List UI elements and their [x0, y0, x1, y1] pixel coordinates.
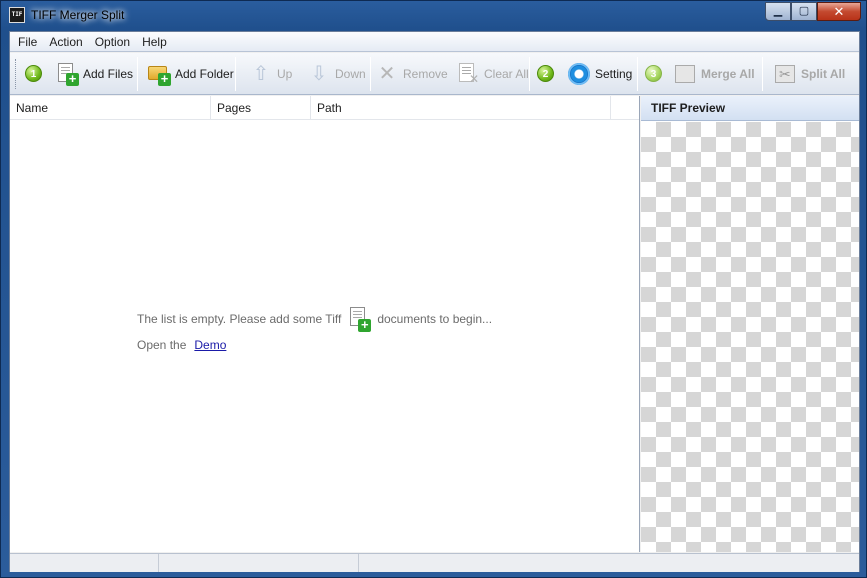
merge-all-label: Merge All	[701, 67, 755, 81]
window-controls: ▁ ▢ ✕	[765, 2, 861, 22]
toolbar-separator	[637, 57, 638, 91]
remove-button[interactable]: ✕ Remove	[375, 59, 448, 89]
column-path[interactable]: Path	[311, 96, 611, 120]
open-the-text: Open the	[137, 338, 187, 352]
maximize-icon: ▢	[798, 5, 810, 17]
split-all-button[interactable]: ✂ Split All	[773, 59, 845, 89]
up-label: Up	[277, 67, 293, 81]
add-files-label: Add Files	[83, 67, 134, 81]
menu-help[interactable]: Help	[136, 33, 173, 51]
merge-all-button[interactable]: Merge All	[673, 59, 755, 89]
maximize-button[interactable]: ▢	[791, 2, 817, 21]
down-label: Down	[335, 67, 366, 81]
clear-all-icon: ✕	[456, 62, 480, 86]
menu-option[interactable]: Option	[89, 33, 136, 51]
clear-all-button[interactable]: ✕ Clear All	[456, 59, 529, 89]
app-icon: TIF	[9, 7, 25, 23]
client-area: File Action Option Help 1 + Add Files + …	[9, 31, 860, 572]
toolbar-separator	[529, 57, 530, 91]
down-button[interactable]: ⇩ Down	[307, 59, 366, 89]
add-folder-icon: +	[147, 62, 171, 86]
close-icon: ✕	[833, 4, 845, 19]
toolbar-separator	[137, 57, 138, 91]
status-cell-3	[359, 554, 857, 572]
status-cell-1	[10, 554, 159, 572]
step-2-badge: 2	[537, 65, 554, 82]
demo-link[interactable]: Demo	[194, 338, 226, 352]
split-icon: ✂	[773, 62, 797, 86]
column-filler	[611, 96, 639, 120]
menu-file[interactable]: File	[12, 33, 43, 51]
add-file-icon[interactable]: +	[347, 306, 372, 332]
toolbar-separator	[235, 57, 236, 91]
demo-line: Open the Demo	[137, 338, 226, 352]
minimize-button[interactable]: ▁	[765, 2, 791, 21]
menu-bar: File Action Option Help	[10, 32, 859, 52]
list-header: Name Pages Path	[10, 96, 639, 120]
toolbar: 1 + Add Files + Add Folder ⇧ Up ⇩ Down ✕	[10, 53, 859, 95]
setting-button[interactable]: Setting	[567, 59, 632, 89]
file-list[interactable]: Name Pages Path The list is empty. Pleas…	[10, 96, 640, 552]
add-files-button[interactable]: + Add Files	[55, 59, 133, 89]
gear-icon	[567, 62, 591, 86]
column-pages[interactable]: Pages	[211, 96, 311, 120]
column-name[interactable]: Name	[10, 96, 211, 120]
preview-title: TIFF Preview	[641, 96, 859, 121]
empty-message: The list is empty. Please add some Tiff …	[137, 306, 492, 332]
empty-text-after: documents to begin...	[377, 312, 493, 326]
preview-canvas	[641, 122, 859, 552]
down-arrow-icon: ⇩	[310, 63, 328, 85]
clear-all-label: Clear All	[484, 67, 529, 81]
add-folder-label: Add Folder	[175, 67, 234, 81]
toolbar-separator	[762, 57, 763, 91]
toolbar-separator	[370, 57, 371, 91]
step-1-badge: 1	[25, 65, 42, 82]
up-button[interactable]: ⇧ Up	[249, 59, 293, 89]
remove-label: Remove	[403, 67, 448, 81]
menu-action[interactable]: Action	[43, 33, 88, 51]
up-arrow-icon: ⇧	[252, 63, 270, 85]
status-cell-2	[159, 554, 359, 572]
empty-text-before: The list is empty. Please add some Tiff	[137, 312, 342, 326]
toolbar-grip[interactable]	[15, 59, 18, 89]
add-file-icon: +	[55, 62, 79, 86]
add-folder-button[interactable]: + Add Folder	[147, 59, 234, 89]
merge-icon	[673, 62, 697, 86]
step-3-badge: 3	[645, 65, 662, 82]
x-icon: ✕	[378, 63, 396, 85]
window-title: TIFF Merger Split	[31, 8, 125, 22]
tiff-preview-pane: TIFF Preview	[641, 96, 859, 552]
minimize-icon: ▁	[773, 5, 783, 17]
setting-label: Setting	[595, 67, 633, 81]
status-bar	[10, 553, 859, 572]
title-bar[interactable]: TIF TIFF Merger Split ▁ ▢ ✕	[1, 1, 866, 31]
app-window: TIF TIFF Merger Split ▁ ▢ ✕ File Action …	[0, 0, 867, 578]
split-all-label: Split All	[801, 67, 846, 81]
close-button[interactable]: ✕	[817, 2, 861, 21]
